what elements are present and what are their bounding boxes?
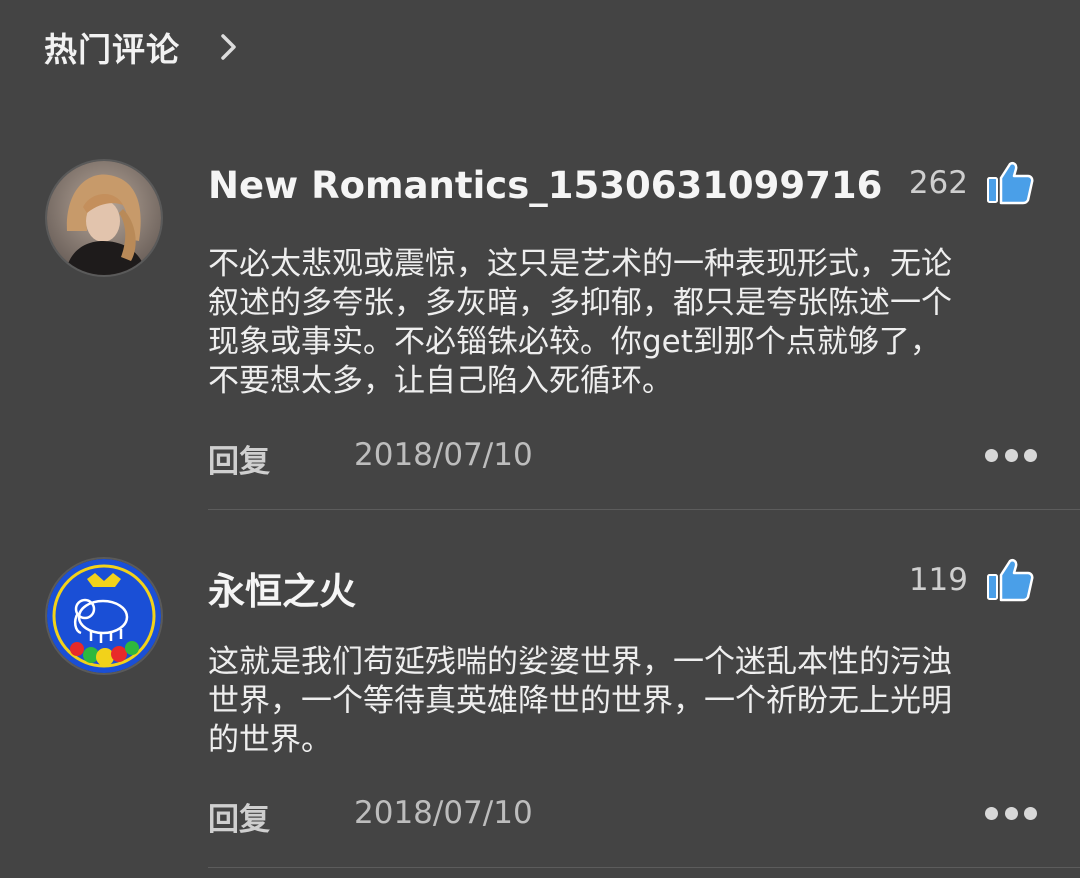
comment-date: 2018/07/10 bbox=[354, 795, 533, 831]
dot bbox=[985, 806, 998, 820]
reply-button[interactable]: 回复 bbox=[208, 794, 270, 839]
hot-comments-header[interactable]: 热门评论 bbox=[44, 22, 240, 72]
comment-text-line: 不要想太多，让自己陷入死循环。 bbox=[208, 363, 673, 399]
dot bbox=[1004, 448, 1018, 462]
more-options-icon[interactable] bbox=[985, 447, 1037, 463]
comment-text-line: 世界，一个等待真英雄降世的世界，一个祈盼无上光明 bbox=[208, 683, 952, 719]
comment-text-line: 这就是我们苟延残喘的娑婆世界，一个迷乱本性的污浊 bbox=[208, 644, 952, 680]
divider bbox=[208, 509, 1080, 510]
comment-text-line: 叙述的多夸张，多灰暗，多抑郁，都只是夸张陈述一个 bbox=[208, 285, 952, 321]
avatar[interactable] bbox=[45, 159, 163, 277]
username[interactable]: 永恒之火 bbox=[208, 561, 356, 615]
like-count: 119 bbox=[908, 562, 968, 598]
reply-button[interactable]: 回复 bbox=[208, 436, 270, 481]
comment-text-line: 不必太悲观或震惊，这只是艺术的一种表现形式，无论 bbox=[208, 246, 952, 282]
comment-text: 不必太悲观或震惊，这只是艺术的一种表现形式，无论 叙述的多夸张，多灰暗，多抑郁，… bbox=[208, 245, 1038, 401]
avatar[interactable] bbox=[45, 557, 163, 675]
thumbs-up-icon[interactable] bbox=[986, 557, 1034, 603]
dot bbox=[1024, 448, 1037, 462]
comment-text-line: 的世界。 bbox=[208, 722, 332, 758]
more-options-icon[interactable] bbox=[985, 805, 1037, 821]
comment-date: 2018/07/10 bbox=[354, 437, 533, 473]
chevron-right-icon[interactable] bbox=[218, 32, 240, 62]
username[interactable]: New Romantics_1530631099716 bbox=[208, 164, 882, 207]
dot bbox=[1004, 806, 1018, 820]
dot bbox=[1024, 806, 1037, 820]
like-count: 262 bbox=[908, 165, 968, 201]
thumbs-up-icon[interactable] bbox=[986, 160, 1034, 206]
divider bbox=[208, 867, 1080, 868]
comment-text-line: 现象或事实。不必锱铢必较。你get到那个点就够了， bbox=[208, 324, 941, 360]
dot bbox=[985, 448, 998, 462]
comment-text: 这就是我们苟延残喘的娑婆世界，一个迷乱本性的污浊 世界，一个等待真英雄降世的世界… bbox=[208, 643, 1038, 760]
section-title: 热门评论 bbox=[44, 30, 180, 69]
